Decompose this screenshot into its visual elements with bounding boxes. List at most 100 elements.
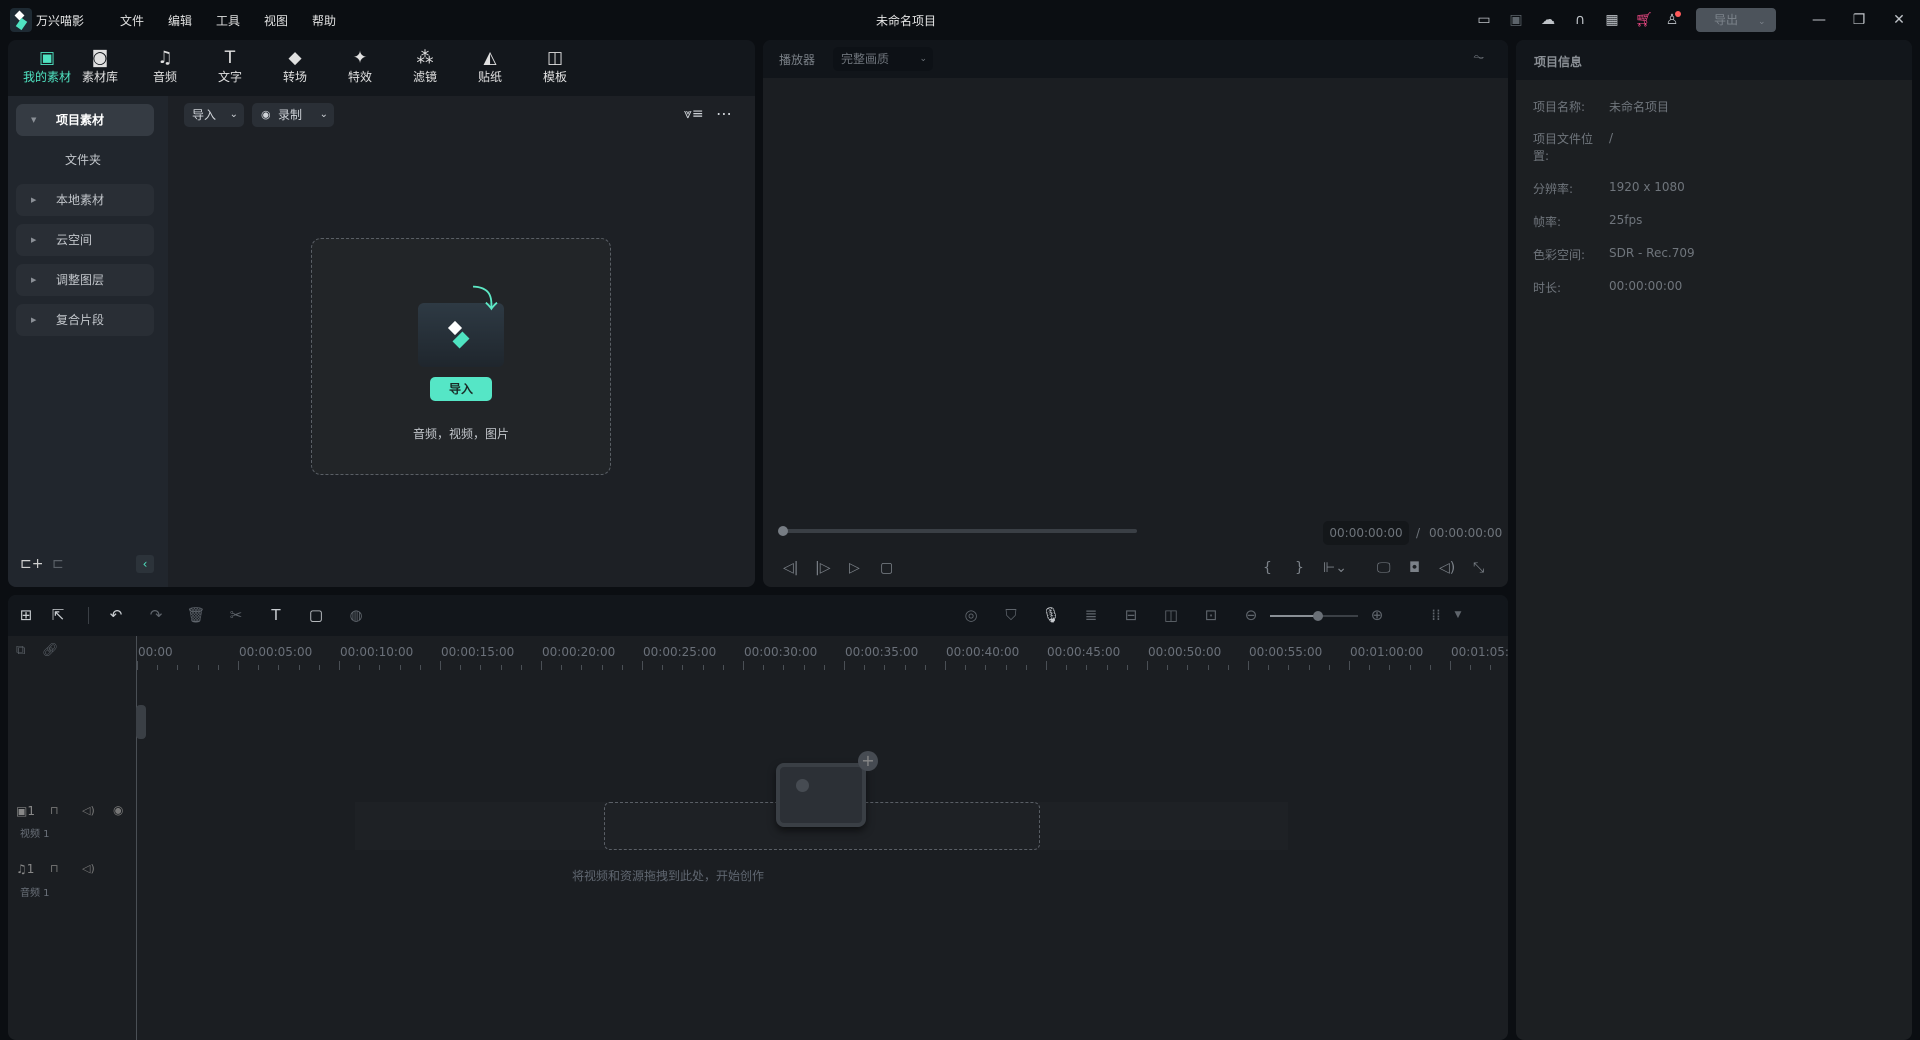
ruler-label: 00:00:45:00 [1047,645,1121,659]
ruler-tick [945,661,946,670]
quality-value: 完整画质 [841,52,890,66]
ruler-tick [1268,665,1270,670]
tab-effects[interactable]: ✦ 特效 [333,48,387,85]
tab-stock[interactable]: ◙ 素材库 [73,48,127,85]
select-tool-icon[interactable]: ⇱ [48,605,68,625]
tab-my-media[interactable]: ▣ 我的素材 [20,48,74,85]
fullscreen-icon[interactable]: ⤡ [1473,560,1484,576]
music-icon: ♫ [157,48,173,68]
caret-right-icon: ▶ [31,196,37,204]
apps-grid-icon[interactable]: ▦ [1602,10,1622,30]
minimize-icon[interactable]: — [1809,10,1829,30]
ruler-tick [460,665,462,670]
zoom-out-icon[interactable]: ⊖ [1241,605,1261,625]
volume-icon[interactable]: ◁) [1439,560,1455,576]
tab-text[interactable]: T 文字 [203,48,257,85]
quality-dropdown[interactable]: 完整画质 ⌄ [833,47,933,71]
cloud-upload-icon[interactable]: ☁ [1538,10,1558,30]
tab-audio[interactable]: ♫ 音频 [138,48,192,85]
play-icon[interactable]: ▷ [849,560,860,576]
ruler-tick [722,665,724,670]
export-button[interactable]: 导出 ⌄ [1696,8,1776,32]
current-time[interactable]: 00:00:00:00 [1323,521,1409,545]
next-frame-icon[interactable]: |▷ [815,560,830,576]
redo-icon[interactable]: ↷ [146,605,166,625]
new-folder-icon[interactable]: ⊏+ [20,556,43,572]
visibility-eye-icon[interactable]: ◉ [113,803,123,817]
color-palette-icon[interactable]: ◍ [346,605,366,625]
close-icon[interactable]: ✕ [1889,10,1909,30]
restore-icon[interactable]: ❐ [1849,10,1869,30]
record-dropdown[interactable]: ◉ 录制 ⌄ [252,103,334,127]
audio-mix-icon[interactable]: ≣ [1081,605,1101,625]
import-button[interactable]: 导入 [430,377,492,401]
add-icon: + [858,751,878,771]
playback-progress-bar[interactable] [785,529,1137,533]
text-tool-icon[interactable]: T [266,605,286,625]
delete-icon[interactable]: 🗑︎ [186,605,206,625]
tab-label: 音频 [152,70,177,84]
sidebar-item-cloud[interactable]: ▶ 云空间 [16,224,154,256]
collapse-sidebar-button[interactable]: ‹ [136,555,154,573]
sidebar-item-local[interactable]: ▶ 本地素材 [16,184,154,216]
mark-out-icon[interactable]: } [1295,560,1304,576]
layout-select-icon[interactable]: ⊞ [16,605,36,625]
ruler-label: 00:00:40:00 [946,645,1020,659]
add-track-icon[interactable]: ⧉ [16,643,25,658]
sidebar-item-compound[interactable]: ▶ 复合片段 [16,304,154,336]
chevron-down-icon: ⌄ [919,54,927,64]
template-icon: ◫ [546,48,564,68]
caret-down-icon[interactable]: ▼ [1448,605,1468,625]
crop-icon[interactable]: ▢ [306,605,326,625]
marker-dropdown-icon[interactable]: ⊩⌄ [1323,560,1347,576]
ruler-tick [844,661,845,670]
display-icon[interactable]: 🖵︎ [1377,560,1391,576]
waveform-monitor-icon[interactable]: ⏦ [1473,49,1484,65]
info-value: 00:00:00:00 [1609,279,1683,293]
save-icon[interactable]: ▣ [1506,10,1526,30]
cart-icon[interactable]: 🛒︎ [1634,10,1654,30]
marker-icon[interactable]: ⛉ [1001,605,1021,625]
split-icon[interactable]: ✂ [226,605,246,625]
snapshot-icon[interactable]: ◘ [1409,560,1420,576]
track-expand-handle[interactable] [136,705,146,739]
track-layout-icon[interactable]: ⁞⁞ [1426,605,1446,625]
ruler-tick [904,665,906,670]
info-header: 项目信息 [1516,40,1912,80]
previous-frame-icon[interactable]: ◁| [783,560,798,576]
ruler-tick [924,665,926,670]
stop-icon[interactable]: ▢ [880,560,893,576]
undo-icon[interactable]: ↶ [106,605,126,625]
tab-transition[interactable]: ◆ 转场 [268,48,322,85]
tab-sticker[interactable]: ◭ 贴纸 [463,48,517,85]
import-dropdown[interactable]: 导入 ⌄ [184,103,244,127]
support-headset-icon[interactable]: ∩ [1570,10,1590,30]
link-icon[interactable]: 🔗︎ [42,643,59,658]
lock-icon[interactable]: ⊓ [50,804,59,817]
ruler-tick [561,665,563,670]
import-drop-zone[interactable]: ⤵ 导入 音频，视频，图片 [311,238,611,475]
playhead-line[interactable] [136,636,137,1040]
effects-icon: ✦ [352,48,368,68]
mark-in-icon[interactable]: { [1263,560,1272,576]
ruler-tick [217,665,219,670]
zoom-slider-handle[interactable] [1313,611,1324,621]
fit-timeline-icon[interactable]: ⊡ [1201,605,1221,625]
sidebar-item-adjustment[interactable]: ▶ 调整图层 [16,264,154,296]
playhead-handle[interactable] [778,526,788,536]
more-options-icon[interactable]: ⋯ [716,104,732,123]
account-icon[interactable]: ♙ [1662,10,1682,30]
delete-folder-icon[interactable]: ⊏ [52,556,64,572]
mute-icon[interactable]: ◁) [82,804,95,817]
zoom-in-icon[interactable]: ⊕ [1367,605,1387,625]
info-label: 时长: [1533,281,1562,295]
auto-highlight-icon[interactable]: ⊟ [1121,605,1141,625]
filter-sort-icon[interactable]: ⩔≡ [684,106,704,122]
preview-icon[interactable]: ◫ [1161,605,1181,625]
tab-template[interactable]: ◫ 模板 [528,48,582,85]
tab-filter[interactable]: ⁂ 滤镜 [398,48,452,85]
microphone-icon[interactable]: 🎙︎ [1041,605,1061,625]
render-preview-icon[interactable]: ◎ [961,605,981,625]
sidebar-item-project-media[interactable]: ▼ 项目素材 [16,104,154,136]
layout-icon[interactable]: ▭ [1474,10,1494,30]
